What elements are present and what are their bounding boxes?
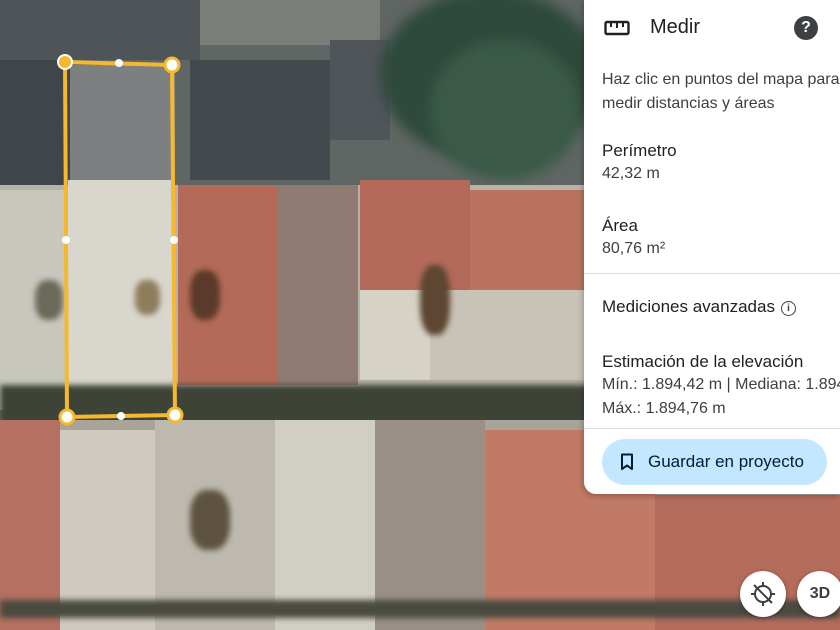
elevation-min-median: Mín.: 1.894,42 m | Mediana: 1.894, (602, 376, 840, 393)
map-region (375, 420, 485, 630)
map-region (190, 60, 330, 180)
elevation-max: Máx.: 1.894,76 m (602, 400, 726, 417)
3d-label: 3D (809, 585, 831, 602)
advanced-measurements-text: Mediciones avanzadas (602, 297, 775, 316)
divider (584, 428, 840, 429)
map-region (190, 490, 230, 550)
map-region (0, 60, 70, 190)
map-region (275, 420, 375, 630)
panel-title: Medir (650, 16, 701, 38)
perimeter-value: 42,32 m (602, 165, 660, 182)
divider (584, 273, 840, 274)
map-region (278, 185, 358, 385)
panel-header: Medir ? (584, 0, 840, 56)
map-region (70, 65, 175, 180)
map-region (360, 180, 470, 290)
map-region (190, 270, 220, 320)
map-region (430, 40, 580, 180)
map-region (35, 280, 63, 320)
ruler-icon (604, 20, 630, 36)
save-to-project-button[interactable]: Guardar en proyecto (602, 439, 827, 485)
bookmark-icon (621, 453, 633, 470)
measure-panel: Medir ? Haz clic en puntos del mapa para… (584, 0, 840, 494)
location-off-icon (751, 582, 775, 606)
perimeter-label: Perímetro (602, 141, 677, 160)
map-region (200, 0, 380, 45)
3d-toggle-button[interactable]: 3D (797, 571, 840, 617)
location-button[interactable] (740, 571, 786, 617)
map-region (420, 265, 450, 335)
map-region (0, 420, 60, 630)
map-region (470, 190, 584, 290)
area-value: 80,76 m² (602, 240, 666, 257)
map-region (0, 0, 200, 60)
save-button-label: Guardar en proyecto (648, 452, 804, 471)
map-region (430, 290, 584, 380)
info-icon[interactable]: i (780, 301, 796, 316)
advanced-measurements-label[interactable]: Mediciones avanzadas i (602, 297, 796, 317)
map-region (135, 280, 160, 315)
map-region (0, 600, 840, 618)
area-label: Área (602, 216, 638, 235)
elevation-label: Estimación de la elevación (602, 352, 804, 371)
instructions-text: Haz clic en puntos del mapa para medir d… (602, 71, 840, 112)
help-icon[interactable]: ? (794, 16, 818, 40)
